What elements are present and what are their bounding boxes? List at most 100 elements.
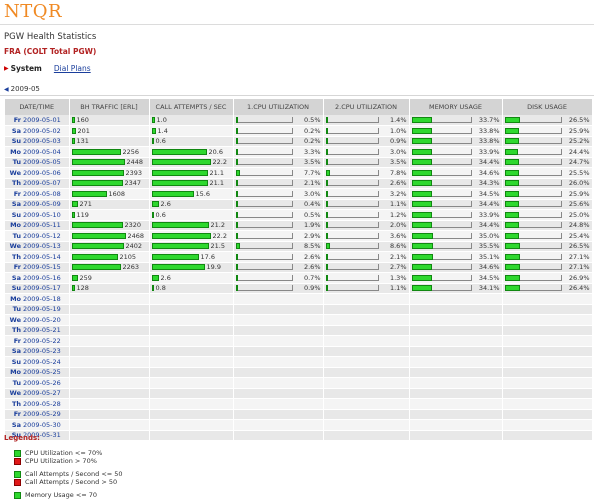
cell-date[interactable]: Th 2009-05-21 <box>5 325 70 336</box>
nav-dial-plans-link[interactable]: Dial Plans <box>54 64 91 73</box>
date-link[interactable]: 2009-05-11 <box>23 221 61 229</box>
cell-date[interactable]: Fr 2009-05-29 <box>5 409 70 420</box>
date-link[interactable]: 2009-05-18 <box>23 295 61 303</box>
day-of-week: Su <box>11 284 21 293</box>
cell-empty <box>502 325 593 336</box>
date-link[interactable]: 2009-05-29 <box>23 410 61 418</box>
disk-fill <box>504 148 519 155</box>
cell-traffic: 1608 <box>69 188 150 200</box>
traffic-value: 2468 <box>127 231 145 240</box>
date-link[interactable]: 2009-05-19 <box>23 305 61 313</box>
mem-fill <box>411 159 433 166</box>
cell-date[interactable]: Tu 2009-05-19 <box>5 304 70 315</box>
date-link[interactable]: 2009-05-10 <box>23 211 61 219</box>
cell-date[interactable]: We 2009-05-20 <box>5 314 70 326</box>
date-link[interactable]: 2009-05-26 <box>23 379 61 387</box>
cell-date[interactable]: Fr 2009-05-01 <box>5 115 70 126</box>
cell-empty <box>323 346 410 357</box>
disk-gauge <box>504 211 562 219</box>
cell-date[interactable]: Sa 2009-05-02 <box>5 125 70 137</box>
date-link[interactable]: 2009-05-20 <box>23 316 61 324</box>
mem-gauge <box>411 274 472 282</box>
cell-date[interactable]: Fr 2009-05-22 <box>5 335 70 347</box>
day-of-week: Fr <box>13 336 21 345</box>
nav-system[interactable]: System <box>11 64 42 73</box>
cell-date[interactable]: Su 2009-05-10 <box>5 209 70 221</box>
cell-date[interactable]: Th 2009-05-07 <box>5 178 70 189</box>
date-link[interactable]: 2009-05-27 <box>23 389 61 397</box>
chevron-left-icon[interactable]: ◀ <box>4 86 9 93</box>
date-link[interactable]: 2009-05-25 <box>23 368 61 376</box>
date-link[interactable]: 2009-05-28 <box>23 400 61 408</box>
cell-empty <box>69 419 150 431</box>
cell-date[interactable]: Th 2009-05-14 <box>5 251 70 263</box>
date-link[interactable]: 2009-05-04 <box>23 148 61 156</box>
cpu2-value: 0.9% <box>389 137 407 146</box>
cpu2-gauge <box>325 169 379 177</box>
cell-date[interactable]: Tu 2009-05-26 <box>5 377 70 389</box>
date-link[interactable]: 2009-05-15 <box>23 263 61 271</box>
cell-disk: 27.1% <box>502 251 593 263</box>
cell-empty <box>149 419 234 431</box>
date-link[interactable]: 2009-05-12 <box>23 232 61 240</box>
date-link[interactable]: 2009-05-08 <box>23 190 61 198</box>
date-link[interactable]: 2009-05-23 <box>23 347 61 355</box>
cell-date[interactable]: Su 2009-05-24 <box>5 356 70 368</box>
date-link[interactable]: 2009-05-05 <box>23 158 61 166</box>
mem-value: 33.9% <box>478 147 500 156</box>
cell-date[interactable]: Mo 2009-05-04 <box>5 146 70 158</box>
date-link[interactable]: 2009-05-09 <box>23 200 61 208</box>
cpu2-fill <box>325 117 328 123</box>
date-link[interactable]: 2009-05-06 <box>23 169 61 177</box>
cell-date[interactable]: Fr 2009-05-08 <box>5 188 70 200</box>
cell-empty <box>323 293 410 305</box>
date-link[interactable]: 2009-05-24 <box>23 358 61 366</box>
cell-date[interactable]: Fr 2009-05-15 <box>5 262 70 273</box>
disk-gauge <box>504 179 562 187</box>
date-link[interactable]: 2009-05-21 <box>23 326 61 334</box>
date-link[interactable]: 2009-05-22 <box>23 337 61 345</box>
traffic-value: 2347 <box>124 179 142 188</box>
cell-date[interactable]: Sa 2009-05-23 <box>5 346 70 357</box>
cell-date[interactable]: We 2009-05-27 <box>5 388 70 399</box>
cell-mem: 33.9% <box>409 209 503 221</box>
cell-empty <box>323 314 410 326</box>
calls-value: 1.0 <box>156 116 167 124</box>
cell-calls: 2.6 <box>149 272 234 284</box>
cell-date[interactable]: Sa 2009-05-30 <box>5 419 70 431</box>
cell-date[interactable]: Sa 2009-05-09 <box>5 199 70 210</box>
date-link[interactable]: 2009-05-02 <box>23 127 61 135</box>
date-link[interactable]: 2009-05-07 <box>23 179 61 187</box>
cell-date[interactable]: Mo 2009-05-11 <box>5 220 70 231</box>
cpu1-gauge <box>235 179 293 187</box>
calls-bar <box>151 253 199 260</box>
cell-date[interactable]: Su 2009-05-17 <box>5 283 70 294</box>
date-link[interactable]: 2009-05-16 <box>23 274 61 282</box>
date-link[interactable]: 2009-05-17 <box>23 284 61 292</box>
cell-date[interactable]: Sa 2009-05-16 <box>5 272 70 284</box>
cell-date[interactable]: Tu 2009-05-05 <box>5 157 70 168</box>
legend-item: Memory Usage <= 70 <box>14 491 97 499</box>
cell-date[interactable]: We 2009-05-13 <box>5 241 70 252</box>
calls-bar <box>151 180 208 187</box>
mem-fill <box>411 264 433 271</box>
day-of-week: Tu <box>12 158 21 167</box>
disk-value: 26.4% <box>568 284 590 293</box>
date-link[interactable]: 2009-05-13 <box>23 242 61 250</box>
cell-date[interactable]: Tu 2009-05-12 <box>5 230 70 242</box>
cell-empty <box>502 293 593 305</box>
cell-date[interactable]: We 2009-05-06 <box>5 167 70 179</box>
month-selector[interactable]: ◀ 2009-05 <box>4 85 40 93</box>
date-link[interactable]: 2009-05-03 <box>23 137 61 145</box>
cell-date[interactable]: Mo 2009-05-18 <box>5 293 70 305</box>
cell-traffic: 2402 <box>69 241 150 252</box>
cell-date[interactable]: Su 2009-05-03 <box>5 136 70 147</box>
cell-empty <box>502 409 593 420</box>
day-of-week: We <box>9 168 21 177</box>
date-link[interactable]: 2009-05-01 <box>23 116 61 124</box>
date-link[interactable]: 2009-05-30 <box>23 421 61 429</box>
date-link[interactable]: 2009-05-14 <box>23 253 61 261</box>
cell-calls: 19.9 <box>149 262 234 273</box>
cell-date[interactable]: Mo 2009-05-25 <box>5 367 70 378</box>
cell-date[interactable]: Th 2009-05-28 <box>5 398 70 410</box>
